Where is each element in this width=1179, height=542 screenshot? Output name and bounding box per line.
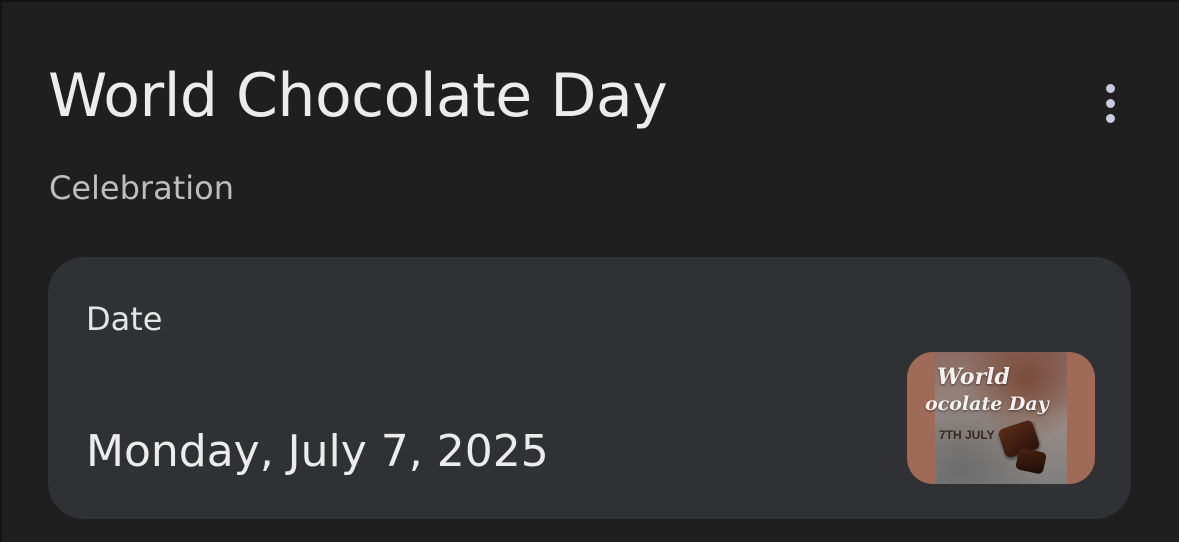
thumbnail-text-line3: 7TH JULY <box>939 428 995 442</box>
more-options-button[interactable] <box>1086 76 1134 130</box>
more-vert-icon-dot <box>1105 98 1115 108</box>
page-subtitle: Celebration <box>49 169 234 207</box>
thumbnail-text-line2: ocolate Day <box>925 393 1049 415</box>
thumbnail-text-line1: World <box>937 364 1010 390</box>
chocolate-day-thumbnail[interactable]: World ocolate Day 7TH JULY <box>907 352 1095 484</box>
date-card: Date Monday, July 7, 2025 World ocolate … <box>48 257 1131 519</box>
more-vert-icon <box>1105 83 1115 93</box>
date-value: Monday, July 7, 2025 <box>86 426 549 477</box>
page-title: World Chocolate Day <box>48 61 668 131</box>
more-vert-icon-dot <box>1105 113 1115 123</box>
date-label: Date <box>86 300 163 338</box>
